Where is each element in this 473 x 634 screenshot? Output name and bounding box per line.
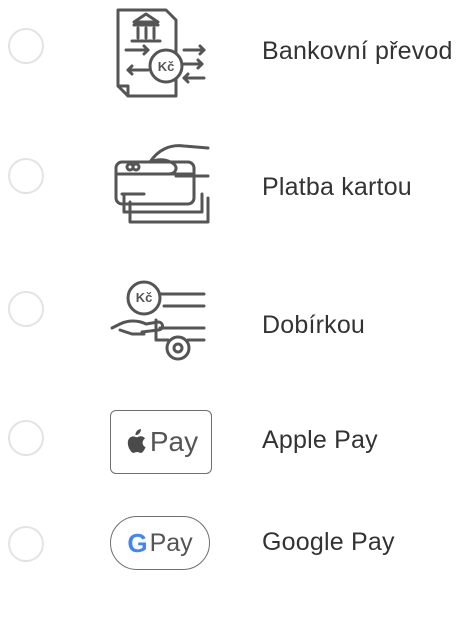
apple-pay-label: Apple Pay	[262, 426, 378, 454]
radio-card[interactable]	[8, 158, 44, 194]
card-payment-icon	[104, 136, 216, 232]
payment-option-google-pay[interactable]: G Pay Google Pay	[0, 514, 473, 634]
google-pay-icon: G Pay	[110, 516, 210, 570]
payment-method-list: Kč Bankovní převod Platba kartou Kč Dobí…	[0, 0, 473, 570]
bank-transfer-label: Bankovní převod	[262, 37, 453, 65]
cash-on-delivery-currency-badge: Kč	[135, 290, 153, 305]
payment-option-cash-on-delivery[interactable]: Kč Dobírkou	[0, 256, 473, 376]
cash-on-delivery-label: Dobírkou	[262, 311, 366, 339]
radio-bank-transfer[interactable]	[8, 28, 44, 64]
bank-transfer-currency-badge: Kč	[157, 59, 175, 74]
payment-option-bank-transfer[interactable]: Kč Bankovní převod	[0, 0, 473, 120]
card-payment-label: Platba kartou	[262, 173, 412, 201]
payment-option-apple-pay[interactable]: Pay Apple Pay	[0, 400, 473, 520]
google-pay-label: Google Pay	[262, 528, 395, 556]
apple-logo-icon	[127, 429, 146, 453]
apple-pay-icon: Pay	[110, 410, 212, 474]
google-g-icon: G	[127, 527, 148, 558]
radio-google-pay[interactable]	[8, 526, 44, 562]
bank-transfer-icon: Kč	[104, 4, 216, 100]
radio-cash-on-delivery[interactable]	[8, 291, 44, 327]
cash-on-delivery-icon: Kč	[104, 270, 216, 370]
apple-pay-badge-text: Pay	[149, 426, 199, 457]
google-pay-badge-text: Pay	[149, 528, 193, 557]
payment-option-card[interactable]: Platba kartou	[0, 128, 473, 248]
radio-apple-pay[interactable]	[8, 420, 44, 456]
